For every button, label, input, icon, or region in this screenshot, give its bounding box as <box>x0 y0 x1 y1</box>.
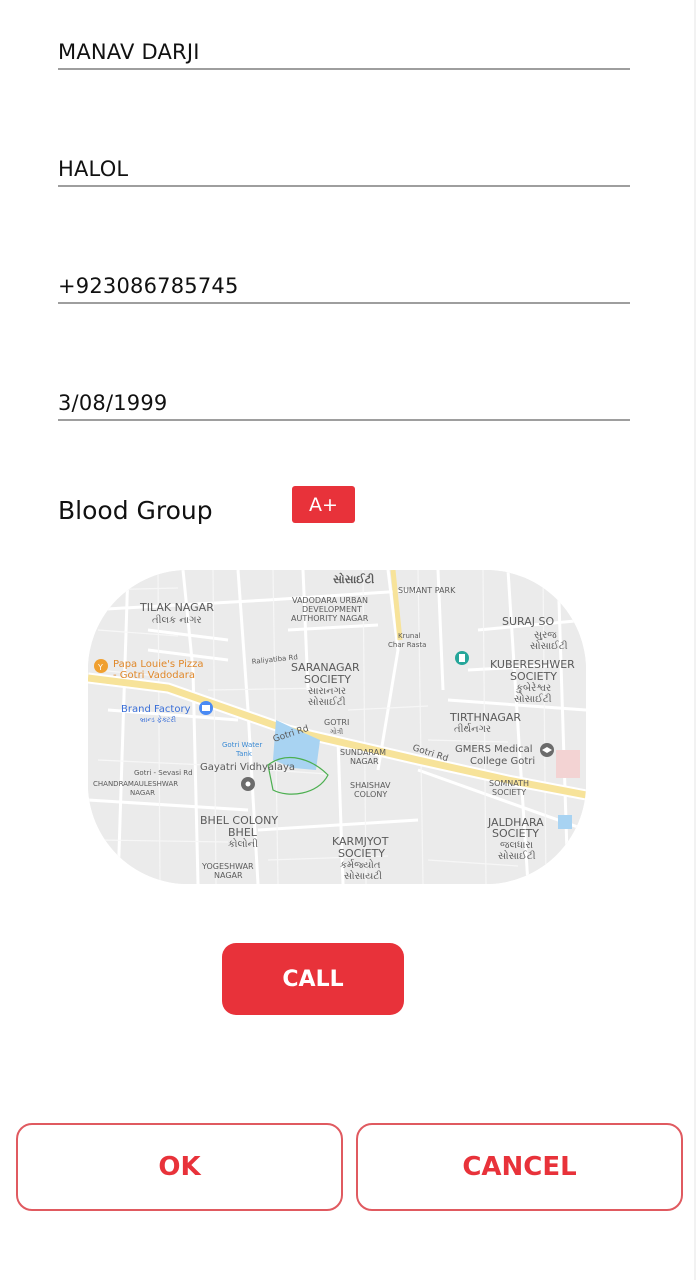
location-map[interactable]: Y સોસાઈટી TILAK NAGAR તીલક નાગર VADODARA… <box>88 570 586 884</box>
phone-field[interactable]: +923086785745 <box>58 272 630 304</box>
map-label: DEVELOPMENT <box>302 605 362 614</box>
phone-value: +923086785745 <box>58 274 239 298</box>
name-value: MANAV DARJI <box>58 40 200 64</box>
map-label: SURAJ SO <box>502 615 554 628</box>
city-value: HALOL <box>58 157 129 181</box>
map-label: Gayatri Vidhyalaya <box>200 762 295 773</box>
place-pin-icon[interactable] <box>241 777 255 791</box>
map-label: SOCIETY <box>510 670 557 683</box>
map-label: કુબેરેશ્વર <box>516 681 552 694</box>
temple-pin-icon[interactable] <box>455 651 469 665</box>
map-label: SHAISHAV <box>350 781 391 790</box>
map-label: SOCIETY <box>338 847 385 860</box>
map-label: YOGESHWAR <box>201 862 254 871</box>
school-pin-icon[interactable] <box>540 743 554 757</box>
map-label: VADODARA URBAN <box>292 596 368 605</box>
map-label: સોસાઈટી <box>308 695 346 708</box>
map-label: - Gotri Vadodara <box>113 670 195 681</box>
map-label: COLONY <box>354 790 387 799</box>
map-label: BHEL <box>228 826 258 839</box>
map-label: તીર્થનગર <box>454 723 491 735</box>
map-label: સારાનગર <box>308 686 346 697</box>
map-label: AUTHORITY NAGAR <box>291 614 369 623</box>
map-label: Brand Factory <box>121 704 191 715</box>
map-label: TIRTHNAGAR <box>449 711 521 724</box>
map-label: Papa Louie's Pizza <box>113 659 204 670</box>
map-label: સોસાઈટી <box>333 572 374 586</box>
city-field[interactable]: HALOL <box>58 155 630 187</box>
food-pin-icon[interactable]: Y <box>94 659 108 673</box>
map-label: SOCIETY <box>492 827 539 840</box>
dob-value: 3/08/1999 <box>58 391 168 415</box>
map-label: NAGAR <box>350 757 379 766</box>
map-label: Tank <box>235 750 253 758</box>
map-label: SOCIETY <box>304 673 351 686</box>
map-label: SOCIETY <box>492 788 526 797</box>
name-field[interactable]: MANAV DARJI <box>58 38 630 70</box>
blood-group-label: Blood Group <box>58 496 213 525</box>
map-label: Char Rasta <box>388 641 426 649</box>
map-label: સોસાઈટી <box>530 639 568 652</box>
map-label: College Gotri <box>470 756 535 767</box>
call-button[interactable]: CALL <box>222 943 404 1015</box>
map-label: NAGAR <box>130 789 155 797</box>
map-label: SUNDARAM <box>340 748 386 757</box>
cancel-button[interactable]: CANCEL <box>356 1123 683 1211</box>
map-label: તીલક નાગર <box>152 614 202 626</box>
map-label: ગોત્રી <box>330 727 343 736</box>
map-label: સોસાયટી <box>344 869 382 882</box>
map-label: CHANDRAMAULESHWAR <box>93 780 178 788</box>
map-label: સુરજ <box>534 630 557 641</box>
map-label: Krunal <box>398 632 421 640</box>
dob-field[interactable]: 3/08/1999 <box>58 389 630 421</box>
shopping-pin-icon[interactable] <box>199 701 213 715</box>
map-label: SUMANT PARK <box>398 586 456 595</box>
map-label: GMERS Medical <box>455 744 532 755</box>
map-label: કર્મજ્યોત <box>340 858 381 871</box>
map-label: સોસાઈટી <box>498 849 536 862</box>
map-label: GOTRI <box>324 718 349 727</box>
map-label: SOMNATH <box>489 779 529 788</box>
map-label: કોલોની <box>228 837 258 850</box>
map-label: TILAK NAGAR <box>139 601 214 614</box>
map-label: Gotri - Sevasi Rd <box>134 769 193 777</box>
map-label: Gotri Water <box>222 741 262 749</box>
ok-button[interactable]: OK <box>16 1123 343 1211</box>
map-label: જલધારા <box>500 840 534 851</box>
map-label: બ્રાન્ડ ફેક્ટરી <box>140 715 176 724</box>
map-canvas: Y સોસાઈટી TILAK NAGAR તીલક નાગર VADODARA… <box>88 570 586 884</box>
map-label: સોસાઈટી <box>514 692 552 705</box>
blood-group-badge: A+ <box>292 486 355 523</box>
map-label: NAGAR <box>214 871 243 880</box>
svg-text:Y: Y <box>97 663 103 672</box>
